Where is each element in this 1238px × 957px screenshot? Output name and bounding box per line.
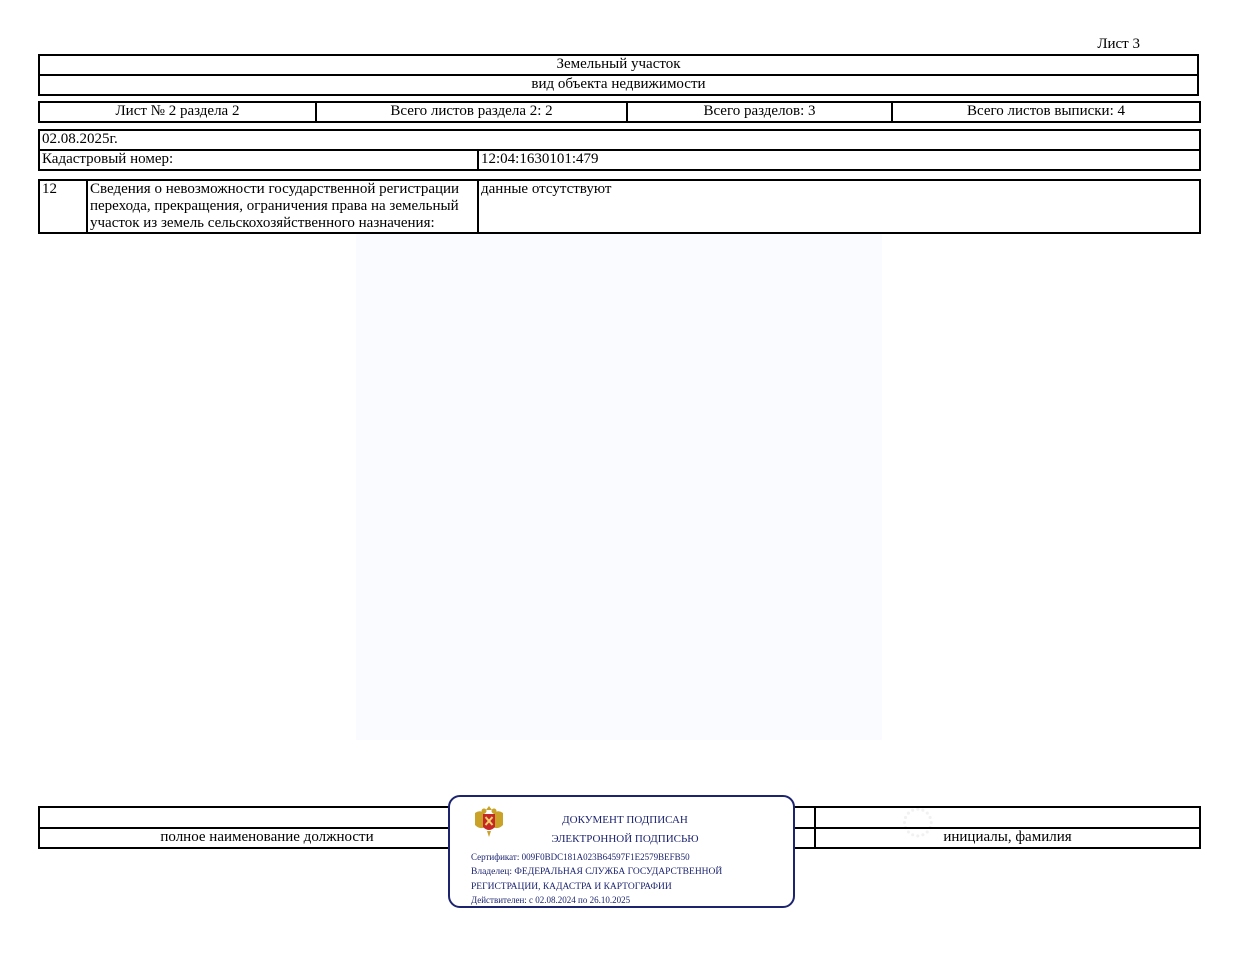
position-caption: полное наименование должности [38,827,496,849]
extract-date: 02.08.2025г. [38,129,1201,151]
object-name: Земельный участок [38,54,1199,76]
record-table: 12 Сведения о невозможности государствен… [38,179,1201,234]
sections-total: Всего разделов: 3 [626,101,893,123]
sheet-number-label: Лист 3 [1097,36,1140,52]
position-signature-line [38,806,496,829]
cadastral-number-value: 12:04:1630101:479 [477,149,1201,171]
stamp-title-line2: ЭЛЕКТРОННОЙ ПОДПИСЬЮ [551,833,699,845]
stamp-certificate: Сертификат: 009F0BDC181A023B64597F1E2579… [471,852,690,862]
stamp-validity: Действителен: с 02.08.2024 по 26.10.2025 [471,895,631,905]
sheet-of-section: Лист № 2 раздела 2 [38,101,317,123]
cadastral-table: 02.08.2025г. Кадастровый номер: 12:04:16… [38,129,1201,171]
coat-of-arms-icon [475,806,503,837]
section-sheets-total: Всего листов раздела 2: 2 [315,101,628,123]
stamp-owner-line1: Владелец: ФЕДЕРАЛЬНАЯ СЛУЖБА ГОСУДАРСТВЕ… [471,867,723,877]
record-value: данные отсутствуют [477,179,1201,234]
object-header-table: Земельный участок вид объекта недвижимос… [38,54,1199,96]
cadastral-number-label: Кадастровый номер: [38,149,479,171]
electronic-signature-stamp: ДОКУМЕНТ ПОДПИСАН ЭЛЕКТРОННОЙ ПОДПИСЬЮ С… [448,795,795,908]
stamp-owner-line2: РЕГИСТРАЦИИ, КАДАСТРА И КАРТОГРАФИИ [471,882,672,892]
stamp-title-line1: ДОКУМЕНТ ПОДПИСАН [562,814,688,826]
blank-area [356,234,882,740]
extract-sheets-total: Всего листов выписки: 4 [891,101,1201,123]
record-number: 12 [38,179,88,234]
object-type-caption: вид объекта недвижимости [38,74,1199,96]
watermark: ◌ [900,786,936,853]
record-description: Сведения о невозможности государственной… [86,179,479,234]
sheet-meta-table: Лист № 2 раздела 2 Всего листов раздела … [38,101,1201,123]
